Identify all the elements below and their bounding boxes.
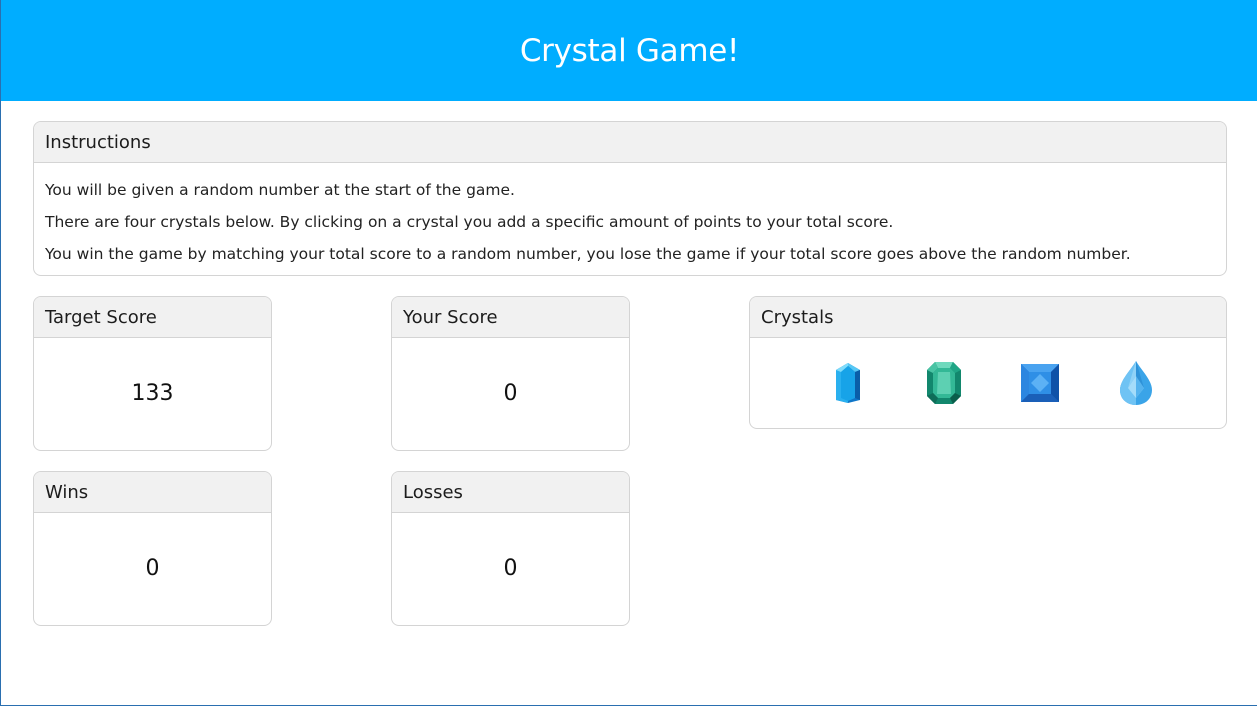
blue-square-gem-icon[interactable] xyxy=(1017,360,1063,406)
blue-crystal-icon[interactable] xyxy=(825,360,871,406)
instruction-line: You win the game by matching your total … xyxy=(45,245,1131,263)
wins-value: 0 xyxy=(145,556,160,581)
your-score-card: Your Score 0 xyxy=(391,296,630,451)
crystals-card: Crystals xyxy=(749,296,1227,429)
instructions-header: Instructions xyxy=(34,122,1226,163)
target-score-card: Target Score 133 xyxy=(33,296,272,451)
instructions-card: Instructions You will be given a random … xyxy=(33,121,1227,276)
page-title: Crystal Game! xyxy=(519,32,740,69)
your-score-value: 0 xyxy=(503,381,518,406)
wins-card: Wins 0 xyxy=(33,471,272,626)
losses-header: Losses xyxy=(392,472,629,513)
instruction-line: You will be given a random number at the… xyxy=(45,181,515,199)
green-emerald-icon[interactable] xyxy=(921,360,967,406)
header-bar: Crystal Game! xyxy=(1,0,1257,101)
losses-value: 0 xyxy=(503,556,518,581)
instructions-body: You will be given a random number at the… xyxy=(34,163,1226,270)
losses-card: Losses 0 xyxy=(391,471,630,626)
crystals-header: Crystals xyxy=(750,297,1226,338)
instruction-line: There are four crystals below. By clicki… xyxy=(45,213,894,231)
crystals-row xyxy=(750,338,1226,428)
target-score-header: Target Score xyxy=(34,297,271,338)
target-score-value: 133 xyxy=(131,381,174,406)
wins-header: Wins xyxy=(34,472,271,513)
blue-drop-gem-icon[interactable] xyxy=(1113,360,1159,406)
your-score-header: Your Score xyxy=(392,297,629,338)
